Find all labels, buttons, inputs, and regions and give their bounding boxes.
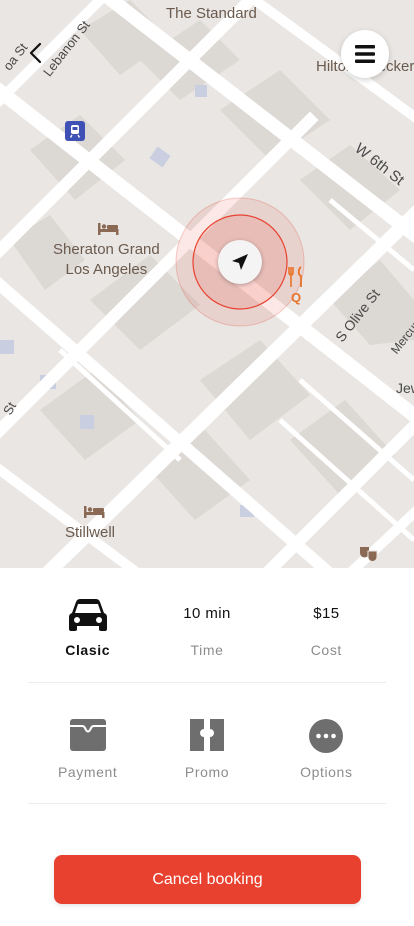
vehicle-type-option[interactable]: Clasic: [28, 598, 147, 658]
time-value: 10 min: [183, 605, 231, 622]
chevron-left-icon: [29, 42, 42, 64]
wallet-icon: [69, 719, 106, 751]
cost-stat: $15 Cost: [267, 598, 386, 658]
time-stat: 10 min Time: [147, 598, 266, 658]
navigation-arrow-icon: [232, 254, 248, 270]
payment-button[interactable]: Payment: [28, 718, 147, 780]
vehicle-type-label: Clasic: [65, 642, 111, 658]
poi-label-sheraton-line2: Los Angeles: [65, 261, 148, 278]
current-location-marker: [218, 240, 262, 284]
map-canvas: [0, 0, 414, 568]
promo-button[interactable]: Promo: [147, 718, 266, 780]
car-icon: [68, 599, 107, 631]
transit-station-icon: [65, 121, 85, 141]
poi-label-sheraton-line1: Sheraton Grand: [53, 241, 160, 258]
promo-label: Promo: [184, 764, 230, 780]
back-button[interactable]: [20, 38, 50, 68]
poi-label-sheraton: Sheraton Grand Los Angeles: [53, 240, 160, 280]
options-label: Options: [300, 764, 353, 780]
ride-info-row: Clasic 10 min Time $15 Cost: [28, 598, 386, 658]
theater-icon: [359, 545, 379, 563]
time-label: Time: [190, 642, 224, 658]
cost-label: Cost: [310, 642, 342, 658]
options-button[interactable]: Options: [267, 718, 386, 780]
hotel-icon: [97, 220, 119, 236]
menu-button[interactable]: [341, 30, 389, 78]
cost-value: $15: [313, 605, 340, 622]
ticket-icon: [189, 719, 224, 751]
more-options-icon: [309, 719, 344, 753]
map-view[interactable]: The Standard Hilton Checker Sheraton Gra…: [0, 0, 414, 568]
actions-row: Payment Promo Options: [28, 718, 386, 780]
divider: [28, 682, 386, 683]
hotel-icon: [83, 503, 105, 519]
booking-panel: Clasic 10 min Time $15 Cost Payment Prom…: [0, 568, 414, 926]
payment-label: Payment: [57, 764, 118, 780]
street-label-jew: Jew: [396, 380, 414, 396]
poi-label-restaurant-q: Q: [291, 290, 302, 305]
restaurant-icon: [288, 266, 306, 288]
cancel-booking-button[interactable]: Cancel booking: [54, 855, 361, 904]
hamburger-menu-icon: [355, 45, 375, 63]
divider: [28, 803, 386, 804]
poi-label-stillwell: Stillwell: [65, 524, 116, 541]
poi-label-the-standard: The Standard: [166, 5, 257, 22]
